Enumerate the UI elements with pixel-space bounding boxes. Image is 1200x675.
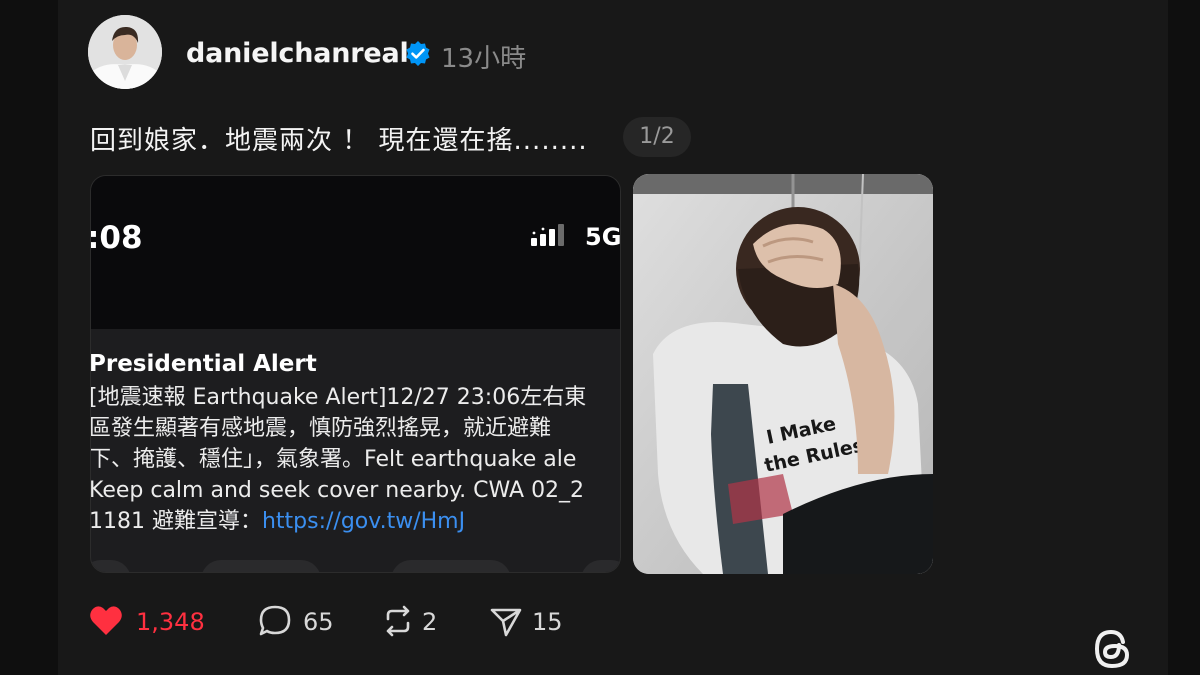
phone-button-shape: [391, 560, 511, 572]
alert-screenshot-image[interactable]: :08 5G Presidential Alert [地震速報 Earthqua…: [90, 175, 621, 573]
heart-icon[interactable]: [88, 603, 124, 639]
comment-icon[interactable]: [257, 603, 293, 639]
alert-line: 區發生顯著有感地震，慎防強烈搖晃，就近避難: [90, 416, 552, 441]
avatar[interactable]: [88, 15, 162, 89]
username[interactable]: danielchanreal: [186, 38, 409, 69]
post-caption: 回到娘家．地震兩次 ！ 現在還在搖........: [90, 126, 588, 156]
alert-body: [地震速報 Earthquake Alert]12/27 23:06左右東 區發…: [90, 382, 620, 537]
post-time: 13小時: [441, 44, 527, 74]
threads-logo-icon: [1094, 629, 1130, 669]
phone-status-area: [91, 176, 620, 329]
comment-count: 65: [303, 608, 334, 636]
alert-line: 下、掩護、穩住」，氣象署。Felt earthquake ale: [90, 447, 577, 472]
alert-line-text: 1181 避難宣導：: [90, 509, 262, 534]
alert-line: Keep calm and seek cover nearby. CWA 02_…: [90, 478, 585, 503]
repost-icon[interactable]: [380, 603, 416, 639]
alert-title: Presidential Alert: [90, 351, 317, 377]
image-pager: 1/2: [623, 117, 691, 157]
verified-badge-icon: [406, 41, 430, 66]
phone-button-shape: [201, 560, 321, 572]
signal-icon: [531, 224, 564, 246]
network-type: 5G: [585, 223, 621, 251]
alert-line: 1181 避難宣導：https://gov.tw/HmJ: [90, 506, 620, 537]
alert-line: [地震速報 Earthquake Alert]12/27 23:06左右東: [90, 385, 587, 410]
share-icon[interactable]: [488, 603, 524, 639]
phone-clock: :08: [90, 220, 143, 256]
repost-count: 2: [422, 608, 438, 636]
phone-button-shape: [581, 560, 620, 572]
like-count: 1,348: [136, 608, 205, 636]
alert-link[interactable]: https://gov.tw/HmJ: [262, 509, 465, 534]
phone-button-shape: [91, 560, 131, 572]
person-photo-image[interactable]: I Make the Rules: [633, 174, 933, 574]
share-count: 15: [532, 608, 563, 636]
